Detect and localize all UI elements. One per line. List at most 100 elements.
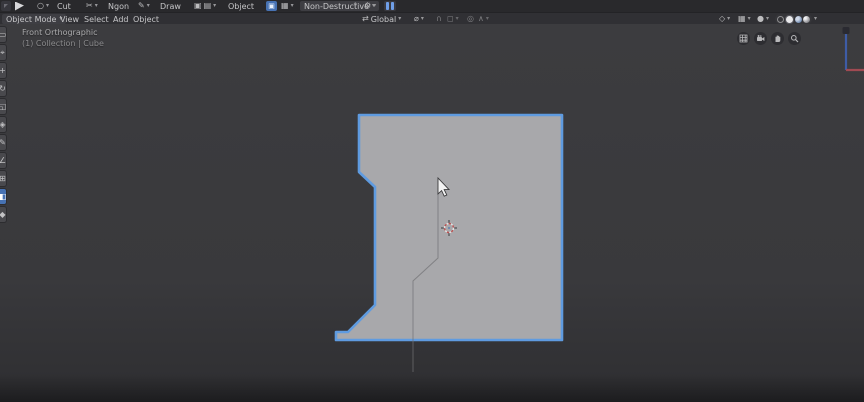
chevron-down-icon: ▾ xyxy=(213,2,217,9)
cursor-tool-icon: ⌖ xyxy=(0,47,5,57)
active-tool-icon[interactable] xyxy=(15,0,24,12)
menu-add[interactable]: Add xyxy=(113,13,129,25)
viewport-3d[interactable]: Front Orthographic (1) Collection | Cube… xyxy=(0,24,864,402)
grid-view-button[interactable] xyxy=(737,32,750,45)
magnifier-icon xyxy=(791,35,799,43)
left-toolbar: ▭ ⌖ + ↻ ◱ ◈ ✎ ∠ ⊞ ◧ ◆ xyxy=(0,27,6,222)
magnet-icon: ∩ xyxy=(436,14,442,23)
shape-mode-dropdown[interactable]: ○ ▾ xyxy=(37,0,49,12)
shading-modes: ▾ xyxy=(775,13,817,25)
export-button[interactable]: ↑ xyxy=(352,0,359,12)
hand-icon xyxy=(775,35,781,42)
camera-icon xyxy=(757,35,765,41)
camera-view-button[interactable] xyxy=(754,32,767,45)
grid-options-dropdown[interactable]: ▦ ▾ xyxy=(281,0,294,12)
axis-gizmo[interactable] xyxy=(842,27,864,72)
menu-object[interactable]: Object xyxy=(133,13,159,25)
falloff-icon: ∧ xyxy=(478,14,484,23)
knife-dropdown[interactable]: ✂ ▾ xyxy=(86,0,98,12)
menu-select[interactable]: Select xyxy=(84,13,109,25)
gear-icon: ⚙ xyxy=(364,1,372,10)
axis-gizmo-cap xyxy=(842,27,850,34)
menu-view[interactable]: View xyxy=(60,13,79,25)
move-tool[interactable]: + xyxy=(0,63,6,78)
pen-dropdown[interactable]: ✎ ▾ xyxy=(138,0,150,12)
pause-toggle[interactable] xyxy=(384,0,396,12)
measure-tool-icon: ∠ xyxy=(0,156,7,165)
chevron-down-icon: ▾ xyxy=(420,15,424,22)
hardops-tool[interactable]: ◆ xyxy=(0,207,6,222)
snap-target-dropdown[interactable]: ◻ ▾ xyxy=(447,13,459,25)
chevron-down-icon: ▾ xyxy=(727,15,731,22)
chevron-down-icon: ▾ xyxy=(146,2,150,9)
pivot-dropdown[interactable]: ⌀ ▾ xyxy=(414,13,424,25)
measure-tool[interactable]: ∠ xyxy=(0,153,6,168)
stamp-alt-icon: ▤ xyxy=(203,1,212,10)
snap-target-icon: ◻ xyxy=(447,14,454,23)
chevron-down-icon: ▾ xyxy=(290,2,294,9)
pan-hand-button[interactable] xyxy=(771,32,784,45)
object-mode-label: Object Mode xyxy=(6,14,57,24)
arrow-up-icon: ↑ xyxy=(352,1,359,10)
chevron-down-icon: ▾ xyxy=(747,15,751,22)
pen-icon: ✎ xyxy=(138,1,145,10)
ngon-mode-label[interactable]: Ngon xyxy=(108,0,129,12)
blender-window: ○ ▾ Cut ✂ ▾ Ngon ✎ ▾ Draw ▣ ▤ ▾ Object ▣… xyxy=(0,0,864,402)
chevron-down-icon: ▾ xyxy=(765,15,769,22)
grid-icon xyxy=(739,34,748,43)
view-label: Front Orthographic xyxy=(22,28,98,37)
move-tool-icon: + xyxy=(0,66,6,75)
cursor-tool[interactable]: ⌖ xyxy=(0,45,6,60)
gizmo-dropdown[interactable]: ◇ ▾ xyxy=(719,13,730,25)
chevron-down-icon: ▾ xyxy=(485,15,489,22)
overlays-dropdown[interactable]: ▦ ▾ xyxy=(738,13,751,25)
chevron-down-icon: ▾ xyxy=(45,2,49,9)
add-cube-tool-icon: ⊞ xyxy=(0,174,6,183)
viewport-header: Object Mode ▾ View Select Add Object ⇄ G… xyxy=(0,12,864,24)
pivot-icon: ⌀ xyxy=(414,14,419,23)
settings-dropdown[interactable]: ⚙ ▾ xyxy=(364,0,376,12)
orientation-dropdown[interactable]: ⇄ Global ▾ xyxy=(362,13,401,25)
collection-breadcrumb: (1) Collection | Cube xyxy=(22,39,104,48)
transform-tool-icon: ◈ xyxy=(0,120,6,129)
object-orientation-label[interactable]: Object xyxy=(228,0,254,12)
rotate-tool-icon: ↻ xyxy=(0,84,6,93)
select-box-tool[interactable]: ▭ xyxy=(0,27,6,42)
mode-dropdown[interactable]: Object Mode ▾ xyxy=(2,13,67,25)
grid-icon: ▦ xyxy=(281,1,289,10)
shading-wireframe-button[interactable] xyxy=(777,15,784,23)
stamp-dropdown[interactable]: ▣ ▤ ▾ xyxy=(194,0,216,12)
shading-rendered-button[interactable] xyxy=(803,15,810,23)
cut-mode-label[interactable]: Cut xyxy=(57,0,71,12)
annotate-tool-icon: ✎ xyxy=(0,138,6,147)
hardops-tool-icon: ◆ xyxy=(0,210,6,219)
draw-mode-label[interactable]: Draw xyxy=(160,0,181,12)
falloff-dropdown[interactable]: ∧ ▾ xyxy=(478,13,489,25)
xray-dropdown[interactable]: ● ▾ xyxy=(757,13,769,25)
shading-solid-button[interactable] xyxy=(786,15,793,23)
chevron-down-icon: ▾ xyxy=(814,15,818,22)
shading-material-button[interactable] xyxy=(795,15,802,23)
viewport-nav-buttons xyxy=(737,32,801,45)
rotate-tool[interactable]: ↻ xyxy=(0,81,6,96)
chevron-down-icon: ▾ xyxy=(373,2,377,9)
scale-tool-icon: ◱ xyxy=(0,102,7,111)
boxcutter-active-icon[interactable]: ▣ xyxy=(266,0,277,12)
boxcutter-tool[interactable]: ◧ xyxy=(0,189,6,204)
annotate-tool[interactable]: ✎ xyxy=(0,135,6,150)
knife-icon: ✂ xyxy=(86,1,93,10)
pause-icon xyxy=(384,1,396,11)
transform-tool[interactable]: ◈ xyxy=(0,117,6,132)
tool-header: ○ ▾ Cut ✂ ▾ Ngon ✎ ▾ Draw ▣ ▤ ▾ Object ▣… xyxy=(0,0,864,12)
circle-icon: ○ xyxy=(37,1,44,10)
zoom-button[interactable] xyxy=(788,32,801,45)
boxcutter-logo-icon xyxy=(1,0,11,12)
overlays-icon: ▦ xyxy=(738,14,746,23)
scale-tool[interactable]: ◱ xyxy=(0,99,6,114)
proportional-edit-toggle[interactable]: ◎ xyxy=(467,13,474,25)
scene-canvas xyxy=(334,27,864,372)
non-destructive-label: Non-Destructive xyxy=(304,1,369,11)
add-cube-tool[interactable]: ⊞ xyxy=(0,171,6,186)
boxcutter-tool-icon: ◧ xyxy=(0,192,7,201)
snap-toggle[interactable]: ∩ xyxy=(436,13,442,25)
